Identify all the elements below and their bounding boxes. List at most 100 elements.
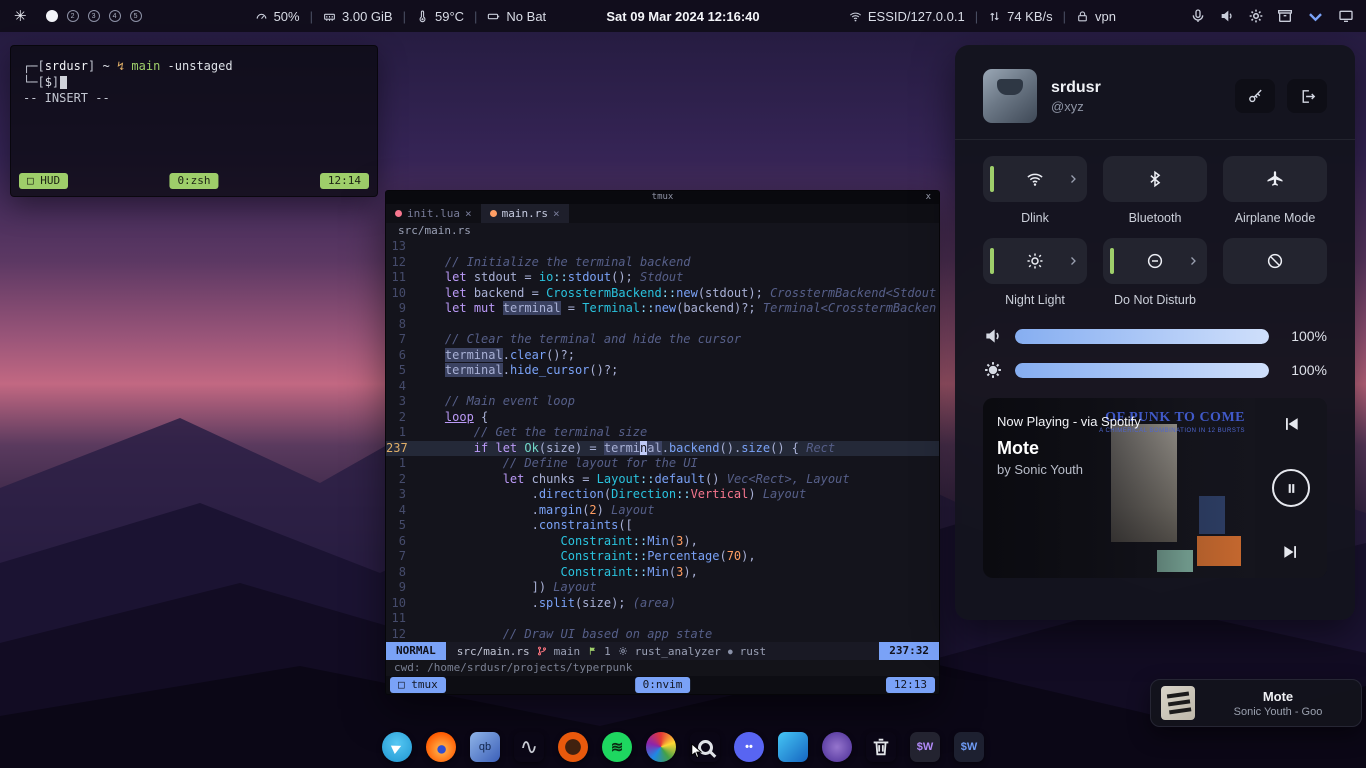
toggle-night-light[interactable] (983, 238, 1087, 284)
slider-value: 100% (1281, 362, 1327, 378)
tray-icons (1190, 7, 1354, 26)
chevron-right-icon[interactable] (1067, 255, 1079, 267)
dock-firefox[interactable] (426, 732, 456, 762)
code-line: 4 (386, 379, 939, 395)
logout-button[interactable] (1287, 79, 1327, 113)
bluetooth-icon (1146, 170, 1164, 188)
tab-main-rs[interactable]: main.rs× (481, 204, 569, 223)
mic-icon[interactable] (1190, 8, 1206, 24)
statusline-lang: rust (740, 645, 767, 658)
network-list: ESSID/127.0.0.1|74 KB/s|vpn (849, 9, 1116, 24)
line-number: 4 (386, 503, 416, 519)
dock-color-wheel-app[interactable] (646, 732, 676, 762)
tab-init-lua[interactable]: init.lua× (386, 204, 481, 223)
mode-indicator: NORMAL (386, 642, 446, 660)
code-line: 8 (386, 317, 939, 333)
temperature-icon (416, 10, 429, 23)
toggle-bluetooth[interactable] (1103, 156, 1207, 202)
toggle-dlink[interactable] (983, 156, 1087, 202)
dock-orange-app[interactable] (558, 732, 588, 762)
dock-telegram[interactable]: ▶ (382, 732, 412, 762)
volume-icon[interactable] (1219, 8, 1235, 24)
chevron-right-icon[interactable] (1187, 255, 1199, 267)
statusline: NORMAL src/main.rs main 1 rust_analyzer … (386, 642, 939, 660)
toggle-extra[interactable] (1223, 238, 1327, 284)
code-line: 11 (386, 611, 939, 627)
pause-button[interactable] (1272, 469, 1310, 507)
code-line: 9 let mut terminal = Terminal::new(backe… (386, 301, 939, 317)
album-art: OF PUNK TO COME A CHIMERICAL BOMBINATION… (983, 398, 1255, 578)
slider-track[interactable] (1015, 329, 1269, 344)
dock-sw-purple-app[interactable]: $W (910, 732, 940, 762)
line-number: 5 (386, 363, 416, 379)
workspace-list: 2345 (46, 10, 142, 22)
display-icon[interactable] (1338, 8, 1354, 24)
workspace-4[interactable]: 4 (109, 10, 121, 22)
line-number: 10 (386, 286, 416, 302)
user-header: srdusr @xyz (983, 69, 1327, 123)
next-button[interactable] (1281, 542, 1301, 562)
avatar (983, 69, 1037, 123)
toggle-label: Airplane Mode (1235, 211, 1316, 226)
terminal-window[interactable]: ┌─[srdusr] ~ ↯ main -unstaged └─[$] -- I… (10, 45, 378, 197)
code-area[interactable]: 1312 // Initialize the terminal backend1… (386, 239, 939, 642)
cwd-line: cwd: /home/srdusr/projects/typerpunk (386, 660, 939, 676)
dock-sw-blue-app[interactable]: $W (954, 732, 984, 762)
key-icon (1247, 88, 1264, 105)
workspace-3[interactable]: 3 (88, 10, 100, 22)
wifi-stat: ESSID/127.0.0.1 (849, 9, 965, 24)
slider-track[interactable] (1015, 363, 1269, 378)
gear-icon[interactable] (1248, 8, 1264, 24)
code-line: 1 // Get the terminal size (386, 425, 939, 441)
hud-badge[interactable]: □ HUD (19, 173, 68, 189)
tab-close-icon[interactable]: × (553, 207, 560, 220)
memory-icon (323, 10, 336, 23)
editor-window[interactable]: tmux x init.lua×main.rs× src/main.rs 131… (385, 190, 940, 695)
line-number: 7 (386, 549, 416, 565)
chevron-down-icon[interactable] (1306, 7, 1325, 26)
dock-trash[interactable] (866, 732, 896, 762)
toggle-label: Night Light (1005, 293, 1065, 308)
workspace-1[interactable] (46, 10, 58, 22)
code-line: 10 .split(size); (area) (386, 596, 939, 612)
statusline-branch: main (554, 645, 581, 658)
brightness-slider-row: 100% (983, 360, 1327, 380)
tmux-window-zsh[interactable]: 0:zsh (169, 173, 218, 189)
media-notification[interactable]: Mote Sonic Youth - Goo (1150, 679, 1362, 727)
filetype-dot-icon (395, 210, 402, 217)
breadcrumb: src/main.rs (386, 223, 939, 239)
toggle-airplane-mode[interactable] (1223, 156, 1327, 202)
code-line: 4 .margin(2) Layout (386, 503, 939, 519)
line-number: 2 (386, 410, 416, 426)
tmux-session-badge[interactable]: □ tmux (390, 677, 446, 693)
code-line: 12 // Draw UI based on app state (386, 627, 939, 643)
tab-close-icon[interactable]: × (465, 207, 472, 220)
buffer-tabbar: init.lua×main.rs× (386, 204, 939, 223)
close-icon[interactable]: x (926, 191, 931, 204)
gear-icon (618, 646, 628, 656)
dock-spotify[interactable]: ≋ (602, 732, 632, 762)
dock-purple-app[interactable] (822, 732, 852, 762)
chevron-right-icon[interactable] (1067, 173, 1079, 185)
dock-swirl-app[interactable]: ∿ (514, 732, 544, 762)
toggle-do-not-disturb[interactable] (1103, 238, 1207, 284)
workspace-2[interactable]: 2 (67, 10, 79, 22)
workspace-5[interactable]: 5 (130, 10, 142, 22)
line-number: 1 (386, 425, 416, 441)
dock-qutebrowser[interactable]: qb (470, 732, 500, 762)
top-bar: ✳ 2345 50%|3.00 GiB|59°C|No Bat Sat 09 M… (0, 0, 1366, 32)
prev-button[interactable] (1281, 414, 1301, 434)
terminal-prompt-line2: └─[$] (23, 74, 59, 90)
clipboard-icon[interactable] (1277, 8, 1293, 24)
tmux-window-nvim[interactable]: 0:nvim (635, 677, 691, 693)
dock-code-app[interactable] (778, 732, 808, 762)
line-number: 6 (386, 348, 416, 364)
topbar-right: ESSID/127.0.0.1|74 KB/s|vpn (849, 7, 1354, 26)
key-button[interactable] (1235, 79, 1275, 113)
launcher-icon[interactable]: ✳ (14, 7, 27, 25)
line-number: 11 (386, 270, 416, 286)
flag-icon (587, 646, 597, 656)
dock-discord[interactable]: •• (734, 732, 764, 762)
active-indicator (990, 248, 994, 274)
toggle-label: Do Not Disturb (1114, 293, 1196, 308)
